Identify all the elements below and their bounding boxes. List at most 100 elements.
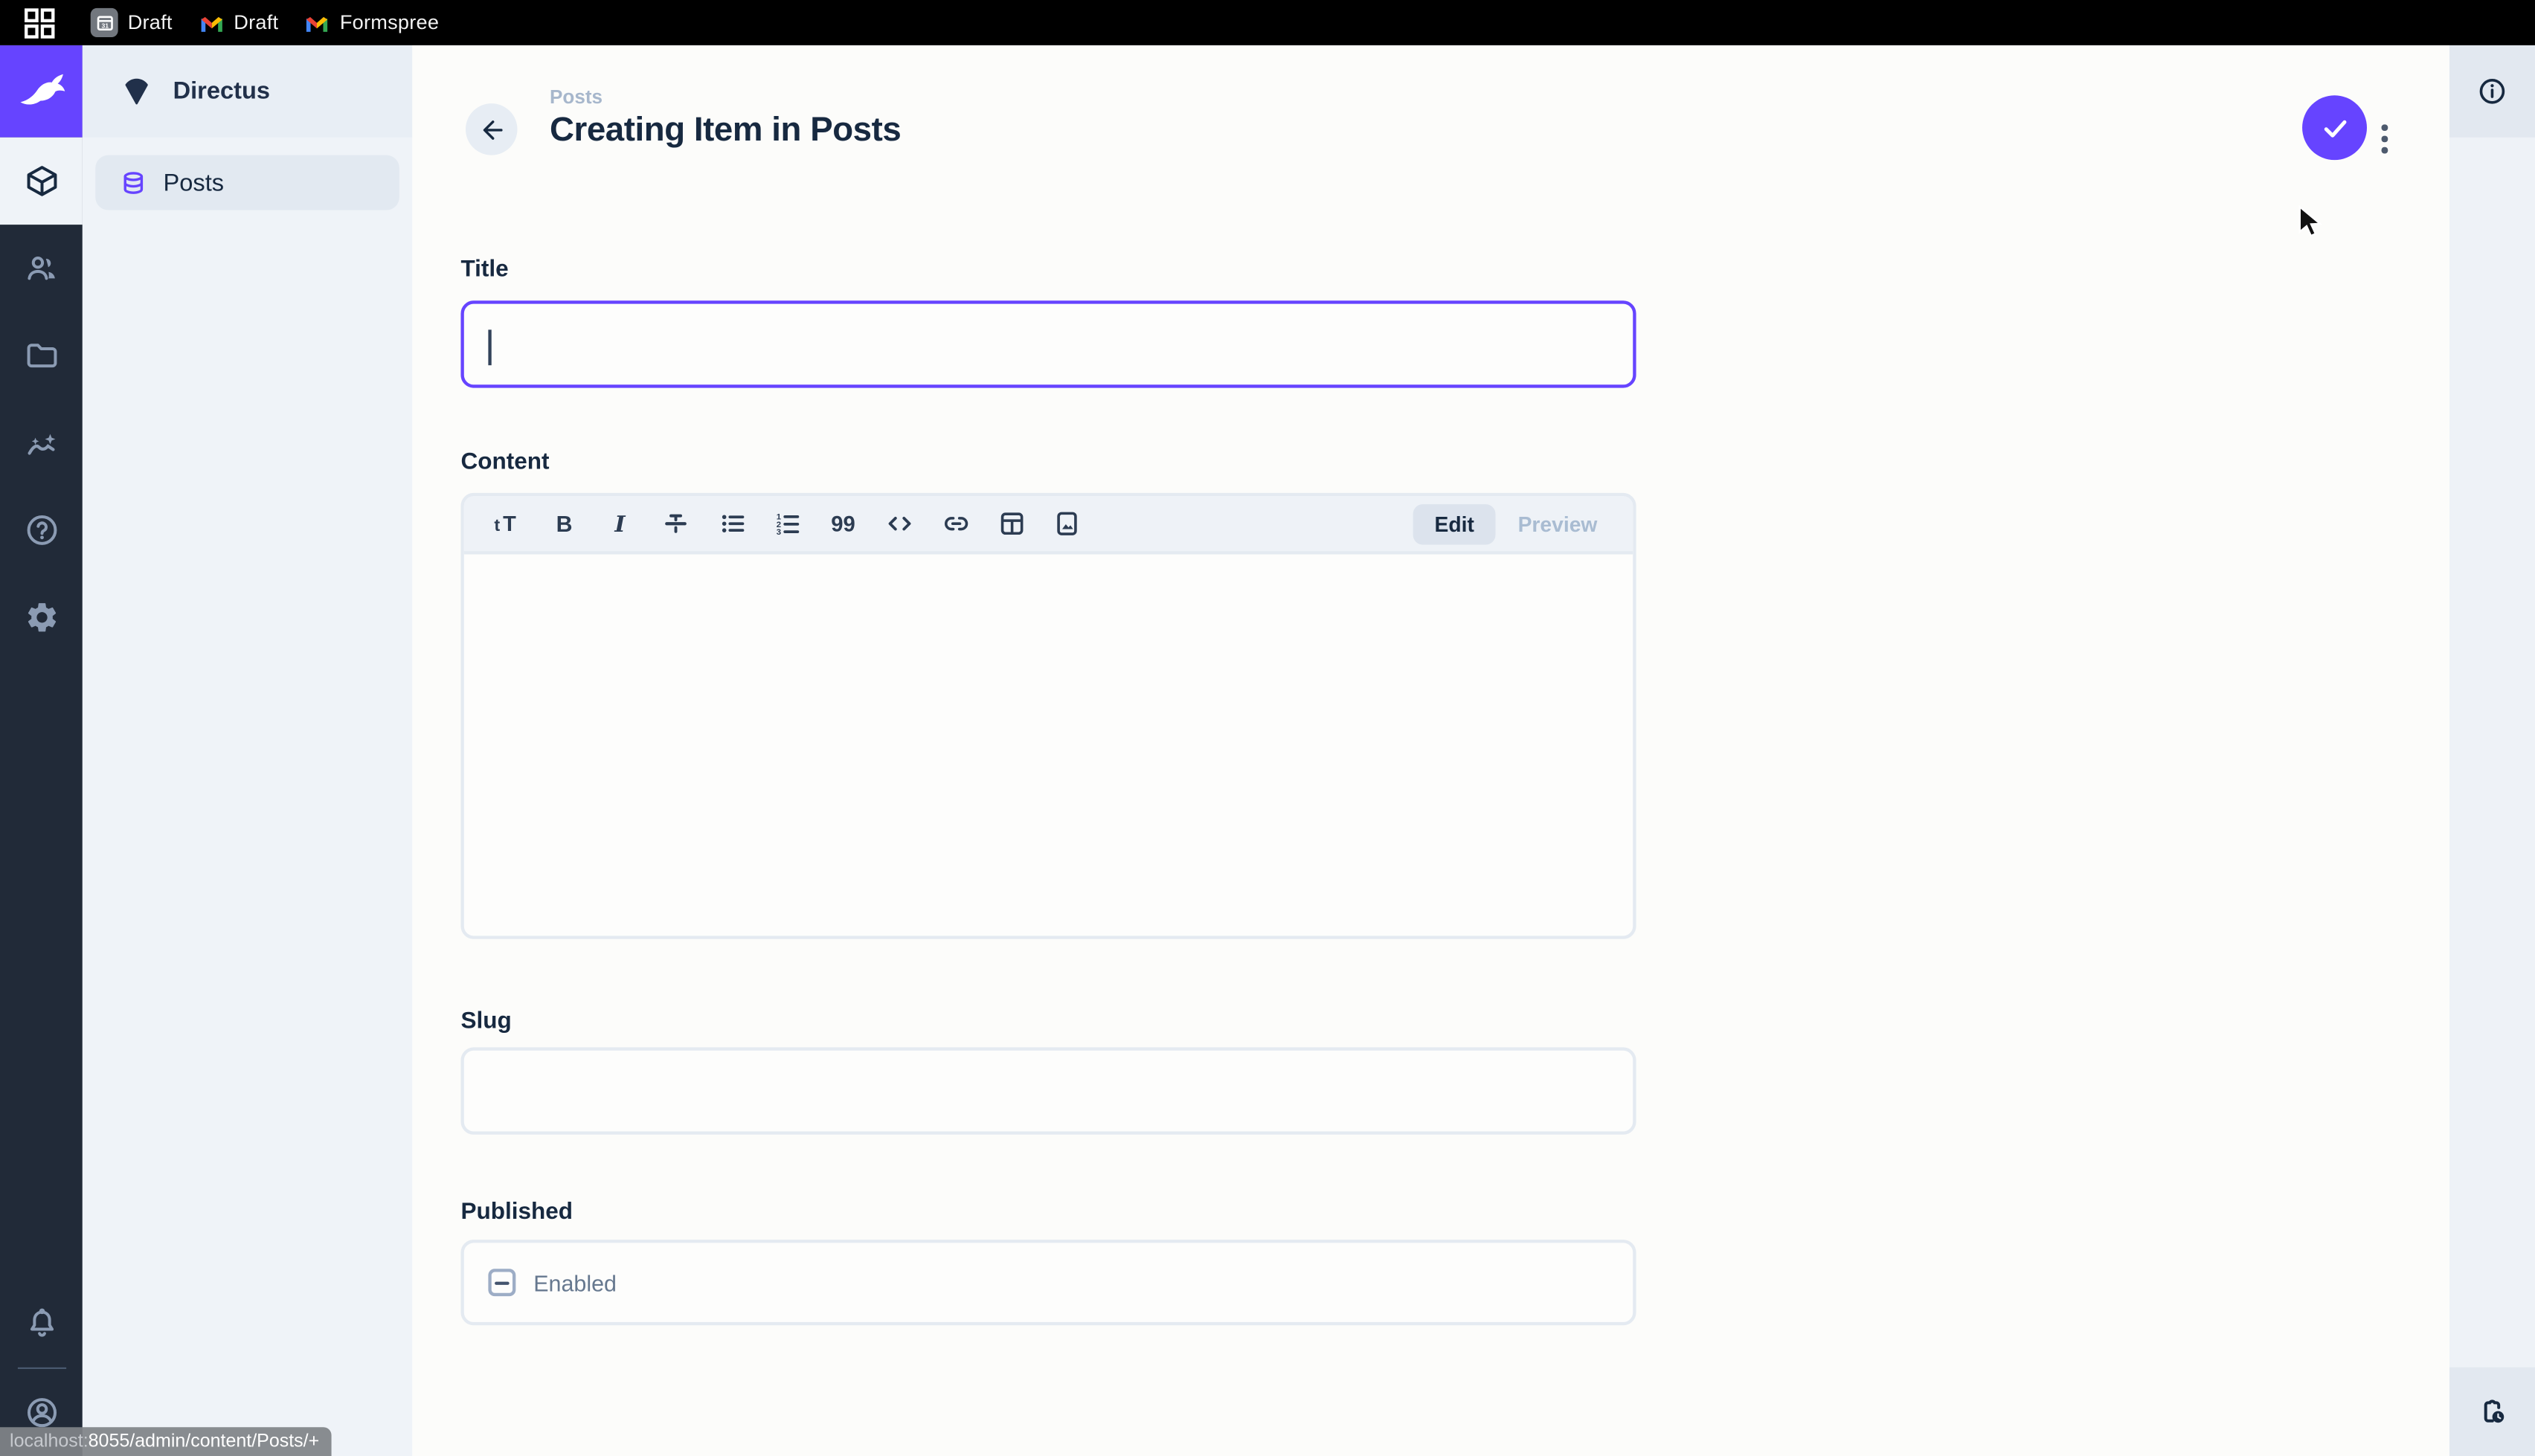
gmail-icon (198, 12, 224, 33)
tab-label: Formspree (340, 11, 439, 33)
module-notifications[interactable] (0, 1279, 83, 1366)
indeterminate-dash-icon (495, 1281, 510, 1283)
module-content[interactable] (0, 138, 83, 225)
svg-text:31: 31 (100, 22, 108, 30)
slug-input[interactable] (460, 1047, 1636, 1134)
text-size-icon: tT (492, 509, 524, 538)
help-icon (24, 512, 60, 548)
folder-icon (24, 338, 60, 373)
bell-icon (24, 1305, 60, 1341)
browser-top-bar: 31 Draft Draft (0, 0, 2535, 45)
strikethrough-button[interactable] (655, 503, 697, 545)
table-button[interactable] (991, 503, 1033, 545)
avatar-icon (24, 1395, 60, 1431)
tab-label: Draft (234, 11, 278, 33)
right-sidebar-info-section (2449, 45, 2535, 138)
bulleted-list-icon (717, 509, 746, 538)
info-button[interactable] (2477, 76, 2507, 106)
content-editor: tT B I (460, 493, 1636, 939)
svg-text:T: T (504, 512, 517, 536)
browser-tab-formspree[interactable]: Formspree (304, 5, 439, 41)
back-button[interactable] (466, 103, 518, 155)
module-bar (0, 45, 83, 1456)
text-size-button[interactable]: tT (487, 503, 530, 545)
image-button[interactable] (1047, 503, 1089, 545)
module-users[interactable] (0, 225, 83, 312)
status-url-prefix: localhost: (10, 1432, 89, 1452)
title-input[interactable] (460, 300, 1636, 387)
app-shell: Directus Posts (0, 45, 2535, 1456)
revisions-button[interactable] (2475, 1395, 2510, 1429)
arrow-left-icon (476, 114, 507, 144)
page-titles: Posts Creating Item in Posts (550, 86, 901, 150)
gmail-icon (304, 12, 330, 33)
link-button[interactable] (934, 503, 977, 545)
editor-body[interactable] (464, 555, 1633, 939)
title-input-field[interactable] (464, 304, 1633, 385)
browser-tab-draft-calendar[interactable]: 31 Draft (91, 5, 173, 41)
svg-text:t: t (495, 515, 501, 535)
status-url-tooltip: localhost:8055/admin/content/Posts/+ (0, 1427, 332, 1456)
module-docs[interactable] (0, 486, 83, 573)
italic-icon: I (605, 509, 634, 538)
svg-text:B: B (556, 512, 572, 537)
blockquote-icon: 99 (829, 509, 859, 538)
revisions-clipboard-clock-icon (2475, 1395, 2510, 1429)
link-icon (940, 509, 971, 538)
right-sidebar-body (2449, 138, 2535, 1368)
people-icon (24, 251, 60, 286)
apps-grid-icon (24, 7, 54, 38)
info-icon (2477, 76, 2507, 106)
numbered-list-button[interactable]: 123 (767, 503, 809, 545)
slug-input-field[interactable] (464, 1051, 1633, 1132)
insights-icon (24, 425, 60, 461)
published-field-label: Published (460, 1199, 573, 1225)
sidebar-item-posts[interactable]: Posts (95, 155, 399, 210)
tab-label: Draft (128, 11, 173, 33)
screen: 31 Draft Draft (0, 0, 2535, 1456)
table-icon (997, 509, 1026, 538)
page-title: Creating Item in Posts (550, 112, 901, 150)
code-icon (884, 509, 915, 538)
italic-button[interactable]: I (599, 503, 641, 545)
title-field-label: Title (460, 257, 508, 283)
published-box: Enabled (460, 1240, 1636, 1325)
module-files[interactable] (0, 312, 83, 399)
bold-icon: B (550, 509, 579, 538)
code-button[interactable] (878, 503, 921, 545)
breadcrumb[interactable]: Posts (550, 86, 901, 108)
published-checkbox[interactable] (488, 1269, 515, 1296)
module-settings[interactable] (0, 574, 83, 661)
check-icon (2318, 111, 2352, 145)
save-button[interactable] (2302, 95, 2367, 160)
directus-rabbit-icon (13, 71, 68, 112)
nav-sidebar: Directus Posts (83, 45, 412, 1456)
fan-icon (120, 74, 154, 109)
directus-logo-button[interactable] (0, 45, 83, 138)
browser-tab-draft-gmail[interactable]: Draft (198, 5, 278, 41)
calendar-icon: 31 (91, 8, 118, 37)
project-header[interactable]: Directus (83, 45, 412, 138)
image-icon (1053, 509, 1082, 538)
kebab-dot (2382, 125, 2388, 131)
gear-icon (24, 599, 60, 635)
cube-icon (24, 164, 60, 199)
published-checkbox-label: Enabled (533, 1269, 617, 1295)
status-url-rest: 8055/admin/content/Posts/+ (89, 1432, 320, 1452)
svg-text:3: 3 (777, 528, 781, 537)
database-icon (120, 169, 147, 196)
editor-preview-tab[interactable]: Preview (1498, 503, 1616, 544)
more-options-button[interactable] (2367, 115, 2403, 163)
blockquote-button[interactable]: 99 (823, 503, 865, 545)
bold-button[interactable]: B (543, 503, 585, 545)
content-field-label: Content (460, 449, 549, 475)
svg-text:99: 99 (832, 513, 856, 537)
right-sidebar-revisions-section (2449, 1368, 2535, 1456)
editor-edit-tab[interactable]: Edit (1413, 503, 1495, 544)
kebab-dot (2382, 136, 2388, 142)
sidebar-item-label: Posts (164, 169, 225, 196)
module-insights[interactable] (0, 399, 83, 486)
apps-grid-icon[interactable] (21, 5, 57, 41)
bulleted-list-button[interactable] (711, 503, 754, 545)
project-name: Directus (173, 77, 270, 105)
